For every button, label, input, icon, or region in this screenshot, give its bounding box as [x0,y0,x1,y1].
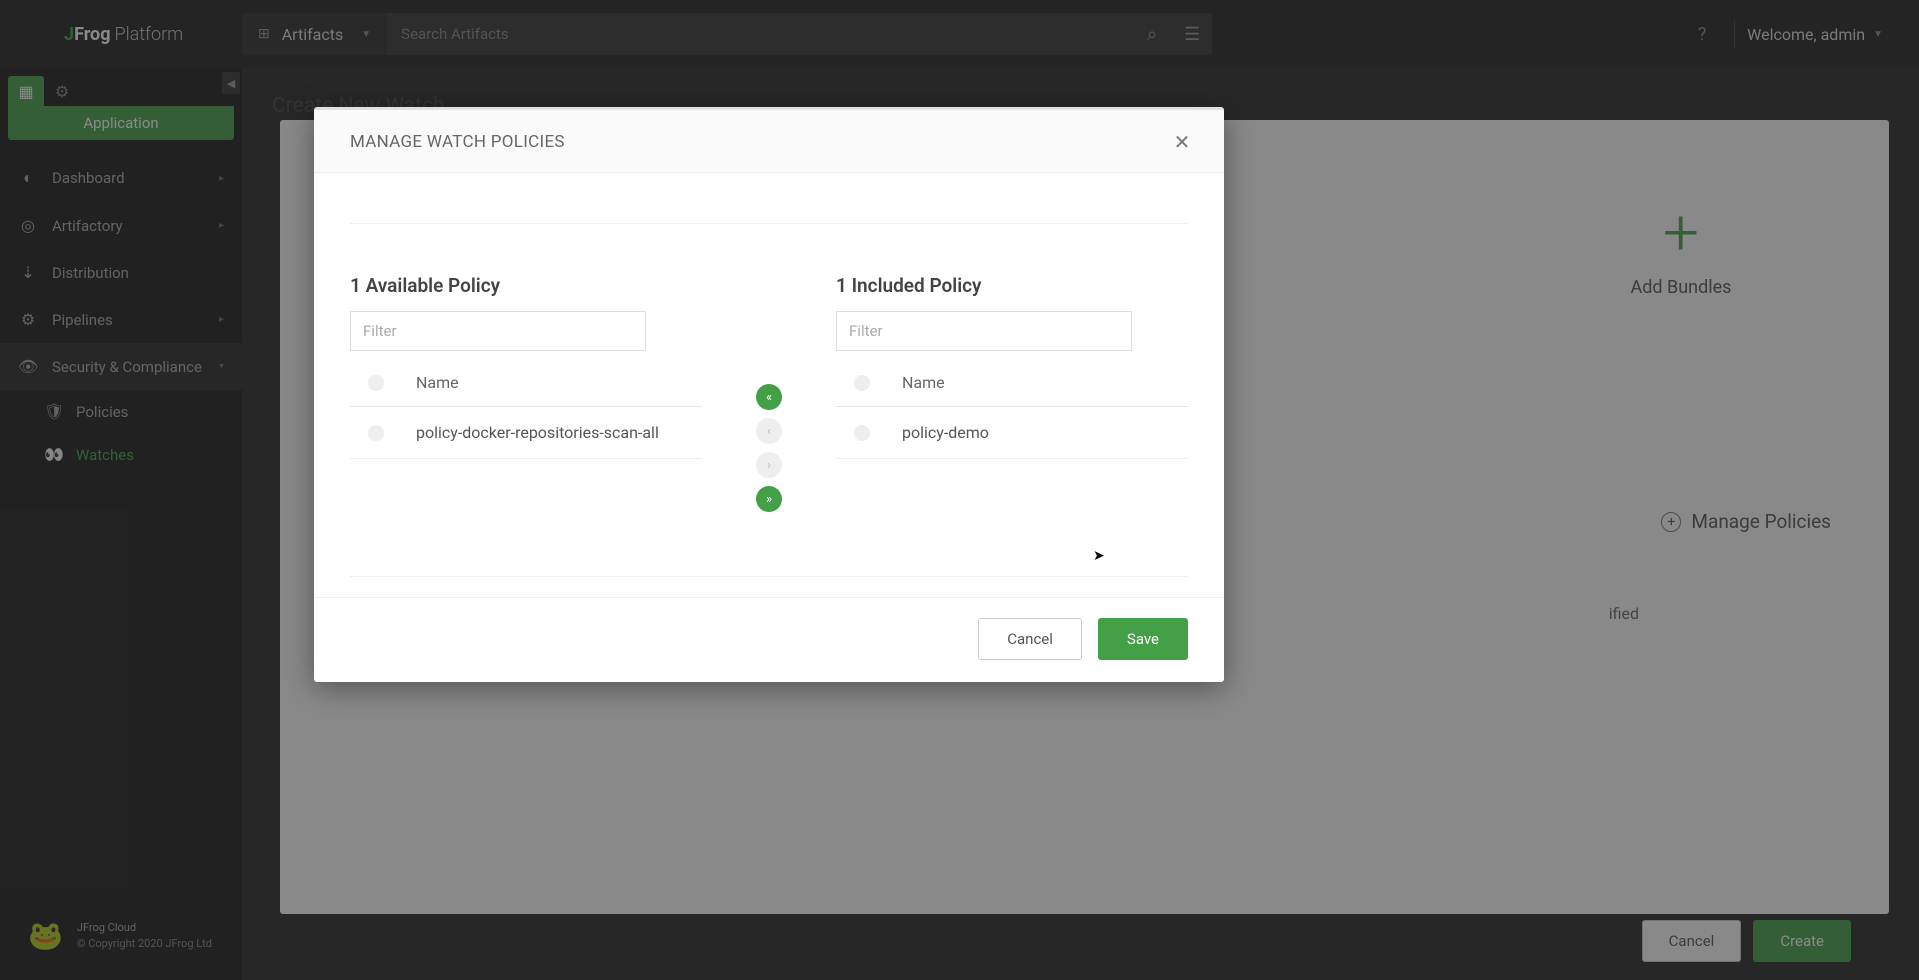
divider [350,576,1188,577]
available-panel: 1 Available Policy Name policy-docker-re… [350,274,702,459]
available-list-header: Name [350,359,702,407]
manage-policies-modal: MANAGE WATCH POLICIES ✕ 1 Available Poli… [314,107,1224,682]
row-name: policy-docker-repositories-scan-all [416,423,659,442]
included-filter-input[interactable] [836,311,1132,351]
row-checkbox[interactable] [368,425,384,441]
modal-cancel-button[interactable]: Cancel [978,618,1082,660]
available-title: 1 Available Policy [350,274,702,297]
dual-list: 1 Available Policy Name policy-docker-re… [350,274,1188,512]
available-row[interactable]: policy-docker-repositories-scan-all [350,407,702,459]
modal-header: MANAGE WATCH POLICIES ✕ [314,110,1224,173]
row-name: policy-demo [902,423,989,442]
modal-title: MANAGE WATCH POLICIES [350,132,565,152]
included-panel: 1 Included Policy Name policy-demo [836,274,1188,459]
included-list-header: Name [836,359,1188,407]
available-filter-input[interactable] [350,311,646,351]
row-checkbox[interactable] [854,425,870,441]
included-title: 1 Included Policy [836,274,1188,297]
column-name: Name [416,373,459,392]
move-all-left-button[interactable]: « [756,384,782,410]
included-row[interactable]: policy-demo [836,407,1188,459]
close-icon[interactable]: ✕ [1170,130,1194,154]
modal-footer: Cancel Save [314,597,1224,682]
move-all-right-button[interactable]: » [756,486,782,512]
modal-body: 1 Available Policy Name policy-docker-re… [314,173,1224,597]
column-name: Name [902,373,945,392]
select-all-available[interactable] [368,375,384,391]
divider [350,223,1188,224]
modal-save-button[interactable]: Save [1098,618,1188,660]
move-right-button[interactable]: › [756,452,782,478]
select-all-included[interactable] [854,375,870,391]
transfer-controls: « ‹ › » [702,384,836,512]
move-left-button[interactable]: ‹ [756,418,782,444]
